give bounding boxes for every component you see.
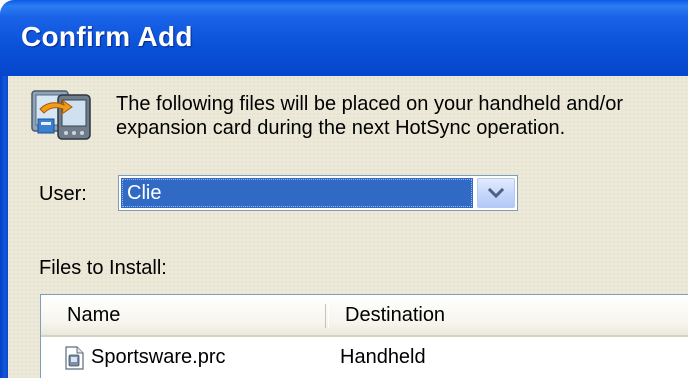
chevron-down-icon xyxy=(488,187,504,199)
title-bar[interactable]: Confirm Add xyxy=(0,0,688,76)
column-divider[interactable] xyxy=(325,304,329,328)
column-header-name[interactable]: Name xyxy=(67,295,120,335)
column-header-destination[interactable]: Destination xyxy=(345,295,445,335)
confirm-add-dialog: Confirm Add The following files will be … xyxy=(0,0,688,378)
intro-line-2: expansion card during the next HotSync o… xyxy=(116,117,566,139)
files-to-install-label: Files to Install: xyxy=(39,257,167,279)
intro-text: The following files will be placed on yo… xyxy=(116,92,676,140)
row-destination: Handheld xyxy=(340,346,426,368)
user-select[interactable]: Clie xyxy=(118,175,518,211)
row-file-name: Sportsware.prc xyxy=(91,346,226,368)
user-label: User: xyxy=(39,183,87,205)
user-select-dropdown-button[interactable] xyxy=(477,178,515,208)
files-list[interactable]: Name Destination Sportsware.prc Handheld xyxy=(40,294,688,378)
window-frame-left xyxy=(0,76,8,378)
intro-line-1: The following files will be placed on yo… xyxy=(116,93,623,115)
prc-file-icon xyxy=(63,346,85,370)
window-title: Confirm Add xyxy=(21,21,193,52)
hotsync-install-icon xyxy=(30,85,94,145)
table-row[interactable]: Sportsware.prc Handheld xyxy=(41,337,688,377)
user-select-value[interactable]: Clie xyxy=(121,178,473,208)
files-list-header: Name Destination xyxy=(41,295,688,337)
